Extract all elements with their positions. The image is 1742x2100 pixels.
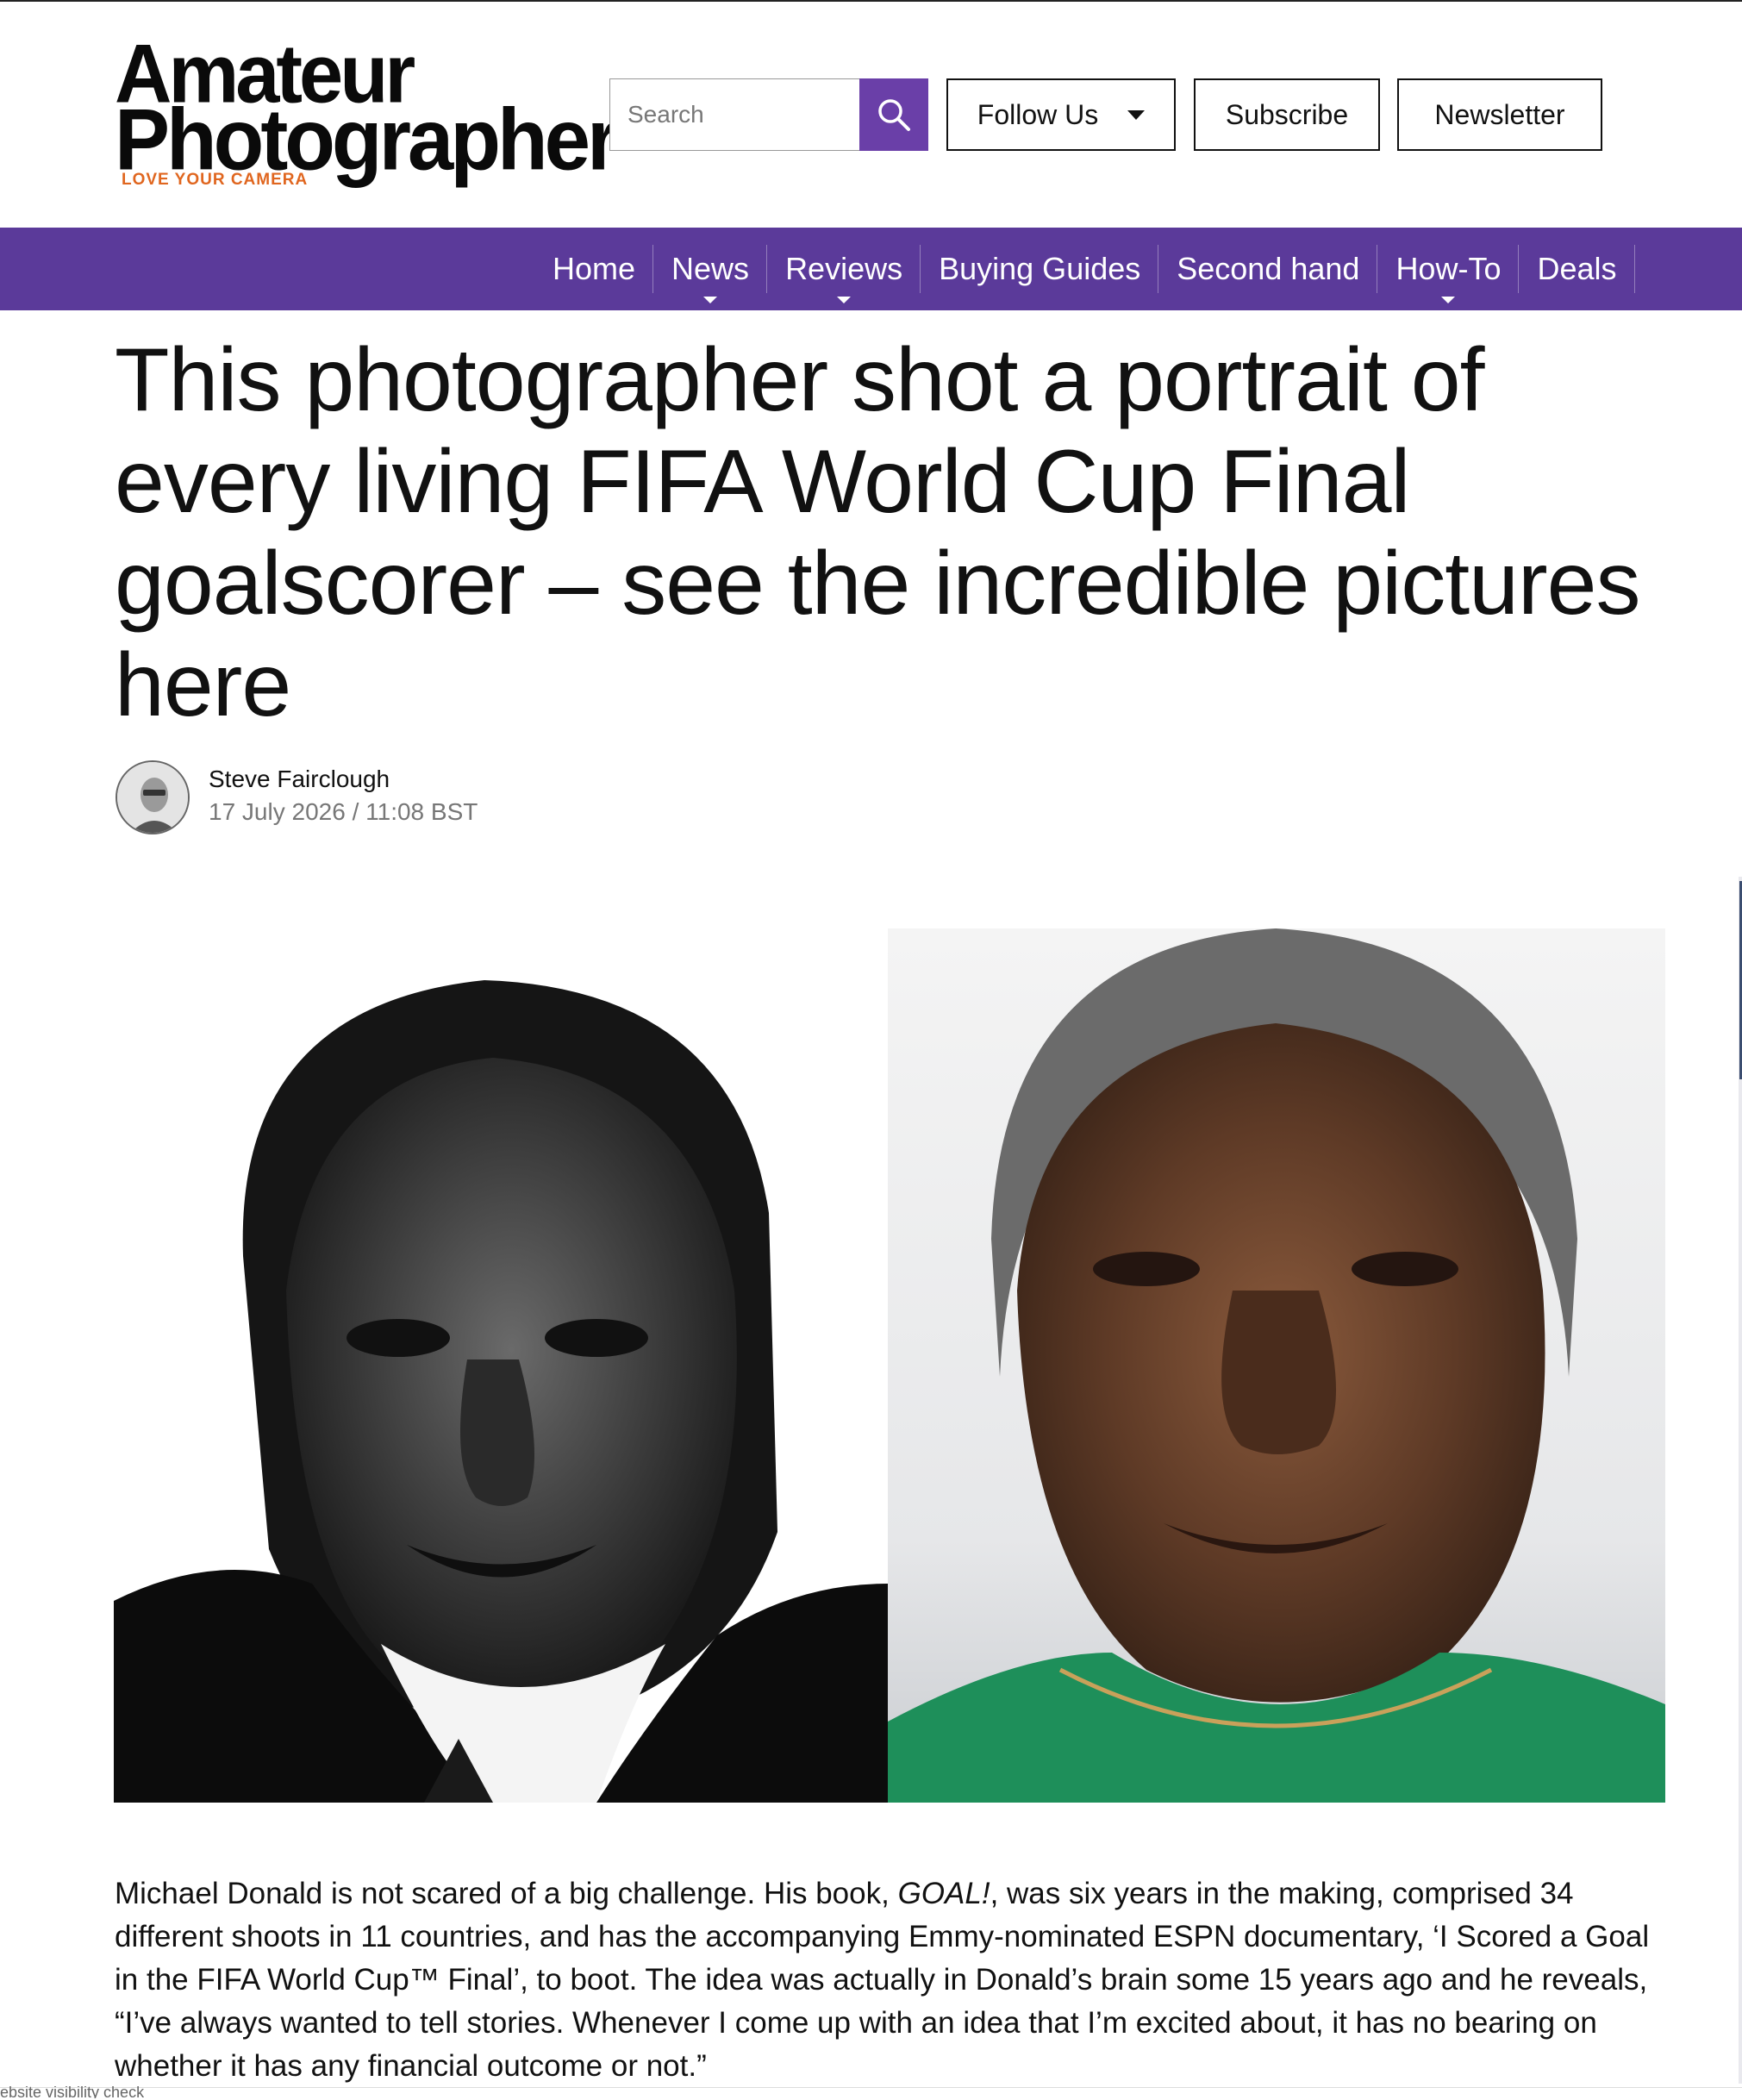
subscribe-button[interactable]: Subscribe <box>1194 78 1380 151</box>
nav-item-how-to[interactable]: How-To <box>1377 228 1520 310</box>
search-icon <box>878 99 910 131</box>
nav-label: Deals <box>1537 251 1617 286</box>
nav-label: Home <box>553 251 636 286</box>
nav-label: News <box>671 251 750 286</box>
nav-label: Second hand <box>1177 251 1360 286</box>
page: Amateur Photographer LOVE YOUR CAMERA Fo… <box>0 0 1742 2100</box>
search-input[interactable] <box>610 79 859 150</box>
portrait-right-image <box>888 928 1665 1803</box>
site-logo[interactable]: Amateur Photographer LOVE YOUR CAMERA <box>115 33 619 190</box>
chevron-down-icon <box>1127 109 1146 120</box>
footer-label: ebsite visibility check <box>0 2086 145 2098</box>
logo-tagline: LOVE YOUR CAMERA <box>122 171 309 189</box>
footer-strip <box>0 2087 1742 2100</box>
chevron-down-icon <box>703 297 718 303</box>
publish-date: 17 July 2026 / 11:08 BST <box>209 798 478 825</box>
article-body-paragraph: Michael Donald is not scared of a big ch… <box>115 1872 1666 2088</box>
body-text-part-1: Michael Donald is not scared of a big ch… <box>115 1877 898 1910</box>
author-avatar[interactable] <box>116 760 190 834</box>
follow-us-button[interactable]: Follow Us <box>946 78 1176 151</box>
newsletter-button[interactable]: Newsletter <box>1397 78 1602 151</box>
main-nav: Home News Reviews Buying Guides Second h… <box>0 228 1742 310</box>
nav-item-deals[interactable]: Deals <box>1519 228 1635 310</box>
nav-label: How-To <box>1395 251 1502 286</box>
nav-label: Buying Guides <box>939 251 1141 286</box>
site-header: Amateur Photographer LOVE YOUR CAMERA Fo… <box>0 2 1742 228</box>
newsletter-label: Newsletter <box>1434 98 1565 130</box>
portrait-left-image <box>114 928 888 1803</box>
nav-item-reviews[interactable]: Reviews <box>767 228 921 310</box>
author-name[interactable]: Steve Fairclough <box>209 766 390 793</box>
hero-image <box>114 928 1665 1803</box>
nav-item-second-hand[interactable]: Second hand <box>1158 228 1378 310</box>
nav-item-home[interactable]: Home <box>534 228 654 310</box>
nav-item-buying-guides[interactable]: Buying Guides <box>921 228 1159 310</box>
chevron-down-icon <box>1441 297 1456 303</box>
book-title: GOAL! <box>897 1877 990 1910</box>
nav-label: Reviews <box>785 251 903 286</box>
chevron-down-icon <box>837 297 852 303</box>
search-box <box>609 78 859 151</box>
search-button[interactable] <box>859 78 928 151</box>
article-title: This photographer shot a portrait of eve… <box>115 330 1640 735</box>
author-portrait-icon <box>117 762 188 833</box>
follow-us-label: Follow Us <box>977 98 1099 130</box>
subscribe-label: Subscribe <box>1225 98 1349 130</box>
nav-item-news[interactable]: News <box>653 228 768 310</box>
